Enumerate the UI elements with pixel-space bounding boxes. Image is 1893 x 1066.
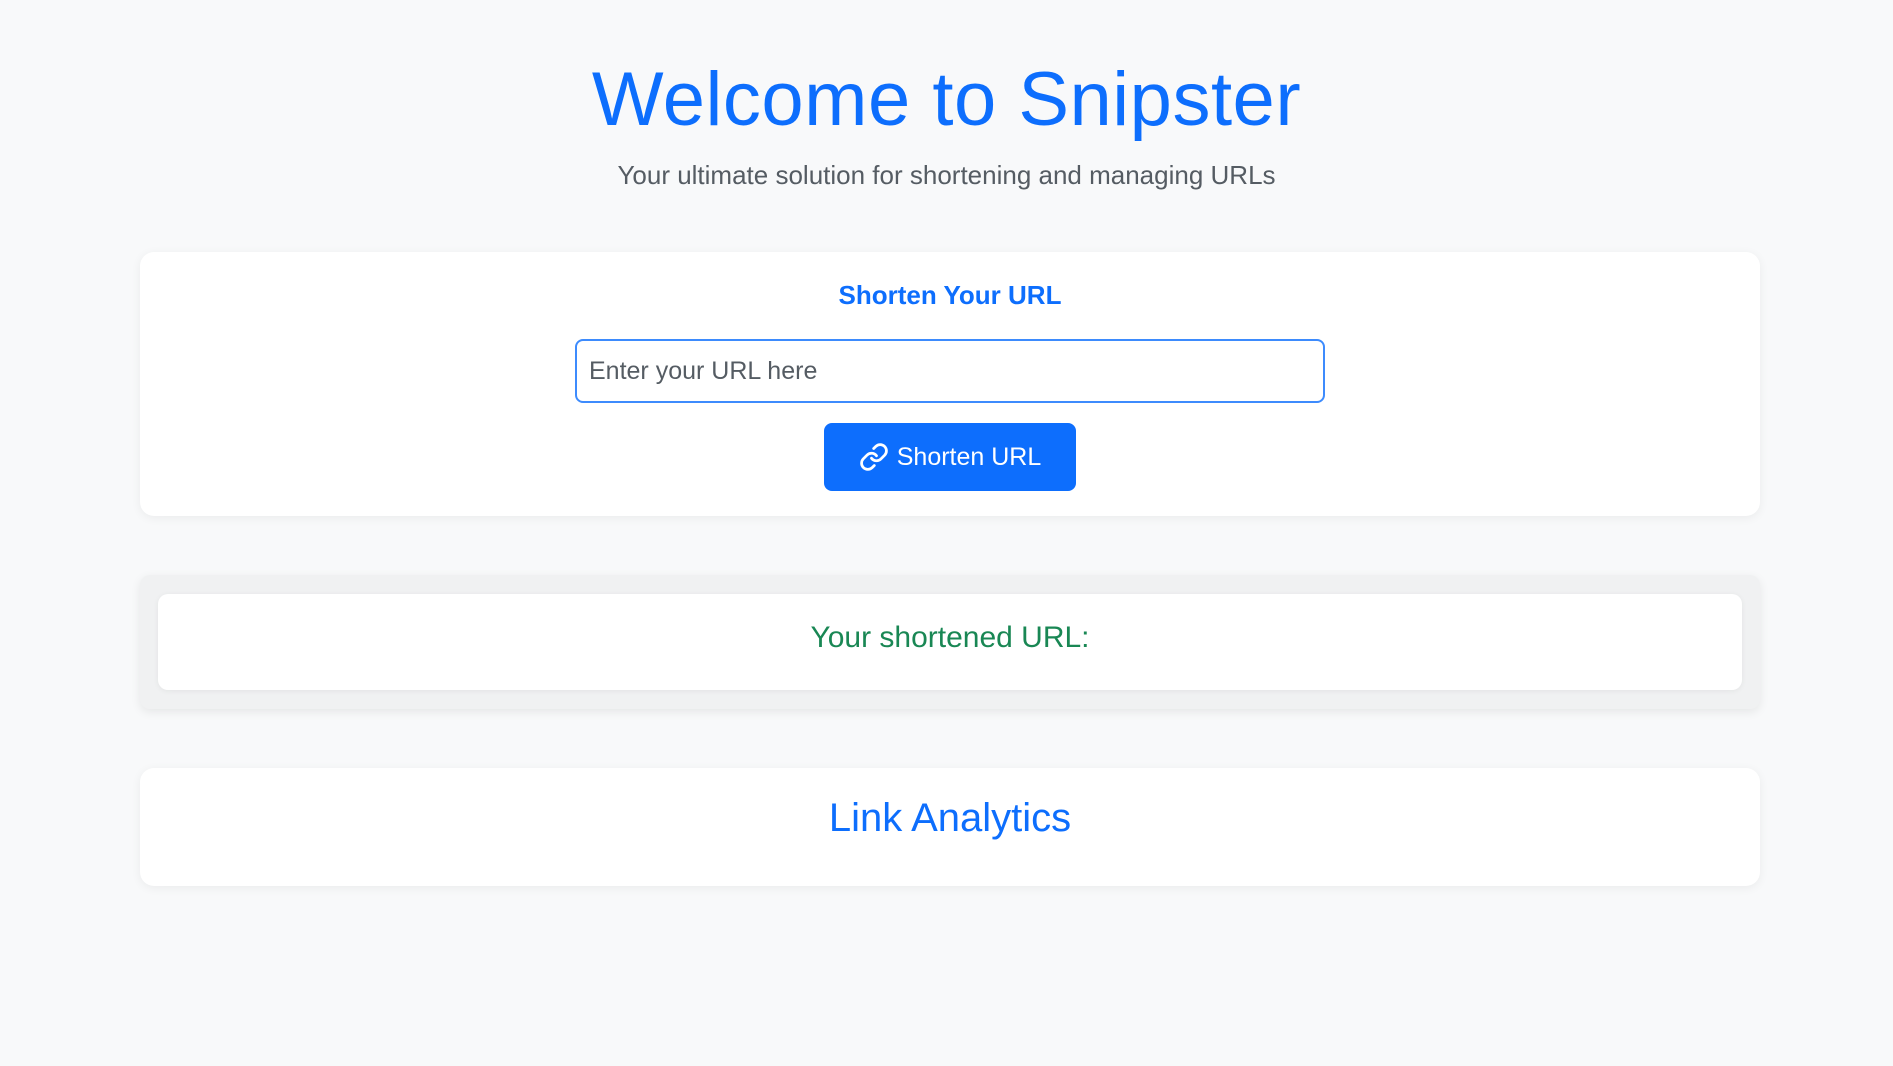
shorten-url-button-label: Shorten URL xyxy=(896,442,1042,471)
shorten-url-card: Shorten Your URL Shorten URL xyxy=(140,252,1760,516)
shortened-url-heading: Your shortened URL: xyxy=(810,621,1090,654)
page-subtitle: Your ultimate solution for shortening an… xyxy=(617,160,1276,190)
result-panel: Your shortened URL: xyxy=(140,575,1760,709)
link-analytics-card: Link Analytics xyxy=(140,768,1760,886)
result-card: Your shortened URL: xyxy=(158,594,1742,690)
shorten-url-button[interactable]: Shorten URL xyxy=(824,423,1076,491)
page-header: Welcome to Snipster Your ultimate soluti… xyxy=(0,52,1893,192)
link-icon xyxy=(859,442,889,472)
shorten-url-heading: Shorten Your URL xyxy=(838,280,1062,310)
url-input[interactable] xyxy=(575,339,1325,403)
link-analytics-heading: Link Analytics xyxy=(828,796,1072,840)
page-title: Welcome to Snipster xyxy=(591,57,1302,142)
